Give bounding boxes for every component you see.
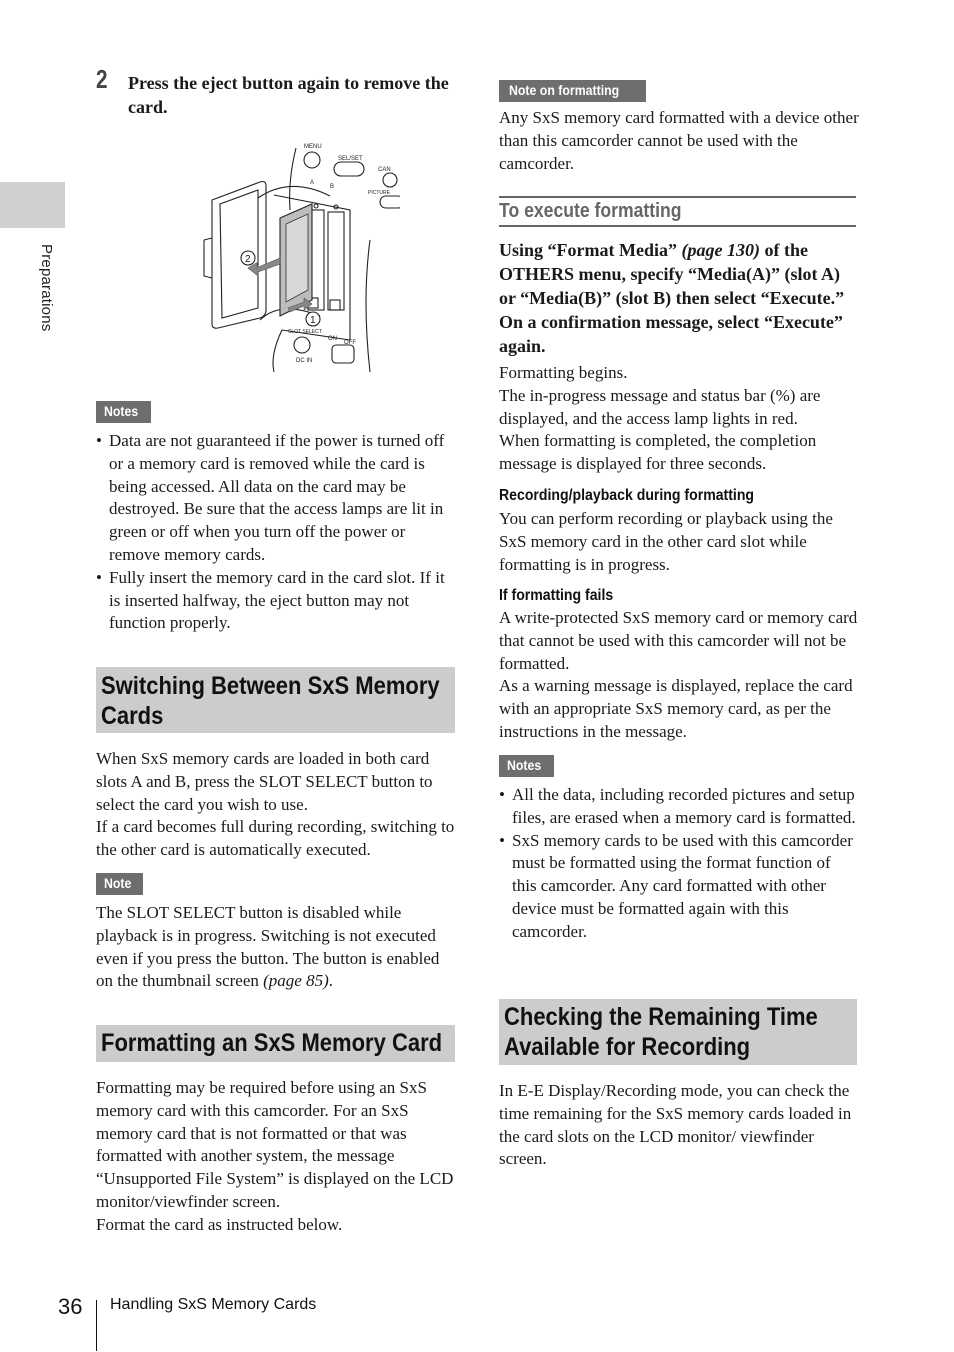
section-side-label: Preparations [38, 244, 55, 332]
rec-playback-text: You can perform recording or playback us… [499, 509, 833, 574]
off-label: OFF [344, 340, 356, 346]
execute-formatting-title: To execute formatting [499, 200, 682, 222]
picture-button [379, 195, 400, 209]
on-label: ON [328, 336, 337, 342]
slot-b [327, 211, 345, 311]
slot-select-button [293, 336, 311, 354]
section-heading-switching: Switching Between SxS Memory Cards [96, 667, 455, 733]
note-on-formatting-text: Any SxS memory card formatted with a dev… [499, 108, 859, 173]
callout-1-label: 1 [310, 315, 316, 326]
slot-a-lamp [313, 203, 319, 209]
page-ref-link[interactable]: (page 85) [263, 971, 329, 990]
notes-list-left: Data are not guaranteed if the power is … [96, 430, 458, 635]
switching-note-text: The SLOT SELECT button is disabled while… [96, 903, 440, 991]
notes-badge-left: Notes [96, 401, 151, 423]
remaining-time-body: In E-E Display/Recording mode, you can c… [499, 1081, 852, 1169]
hinge-top [257, 185, 331, 199]
note-item: SxS memory cards to be used with this ca… [499, 830, 859, 944]
sxs-card [279, 203, 313, 317]
menu-button [303, 151, 321, 169]
note-item: All the data, including recorded picture… [499, 784, 859, 830]
note-on-formatting-badge: Note on formatting [499, 80, 647, 102]
picture-label: PICTURE [368, 190, 391, 196]
can-label: CAN [378, 167, 391, 173]
door-tab [203, 237, 213, 279]
format-fails-text: A write-protected SxS memory card or mem… [499, 608, 858, 741]
step-instruction: Press the eject button again to remove t… [128, 73, 449, 117]
execute-formatting-instruction: Using “Format Media” (page 130) of the O… [499, 240, 845, 356]
rec-playback-heading: Recording/playback during formatting [499, 487, 755, 504]
footer-section-title: Handling SxS Memory Cards [110, 1296, 317, 1313]
page-number: 36 [58, 1294, 83, 1319]
body-right-contour [365, 239, 371, 373]
note-item: Fully insert the memory card in the card… [96, 567, 458, 635]
card-eject-illustration: 2 1 MENU SEL/SET CAN PICTURE A B SLOT SE… [203, 144, 400, 373]
section-heading-formatting: Formatting an SxS Memory Card [96, 1025, 455, 1062]
note-badge-switching: Note [96, 873, 144, 895]
slot-b-eject-button [329, 299, 341, 311]
footer-divider [96, 1300, 97, 1351]
sel-set-dial [333, 161, 365, 177]
execute-formatting-result: Formatting begins. The in-progress messa… [499, 363, 821, 474]
section-heading-remaining-time: Checking the Remaining Time Available fo… [499, 999, 857, 1065]
page-ref-link[interactable]: (page 130) [681, 240, 759, 260]
menu-label: MENU [304, 144, 322, 150]
notes-badge-right: Notes [499, 755, 554, 777]
note-item: Data are not guaranteed if the power is … [96, 430, 458, 567]
sel-set-label: SEL/SET [338, 156, 363, 162]
section-side-tab [0, 182, 65, 228]
slot-b-label: B [330, 184, 334, 190]
power-switch [331, 344, 355, 364]
callout-2-label: 2 [245, 254, 251, 265]
divider-bottom [499, 225, 856, 227]
step-number: 2 [96, 64, 108, 94]
format-fails-heading: If formatting fails [499, 587, 614, 604]
slot-a-label: A [310, 180, 314, 186]
notes-list-right: All the data, including recorded picture… [499, 784, 859, 944]
body-edge-line [289, 147, 297, 211]
cancel-button [382, 172, 398, 188]
formatting-body: Formatting may be required before using … [96, 1078, 454, 1234]
slot-select-label: SLOT SELECT [288, 329, 322, 335]
dc-in-label: DC IN [296, 358, 312, 364]
switching-body: When SxS memory cards are loaded in both… [96, 749, 455, 860]
body-lower-contour [272, 329, 283, 373]
